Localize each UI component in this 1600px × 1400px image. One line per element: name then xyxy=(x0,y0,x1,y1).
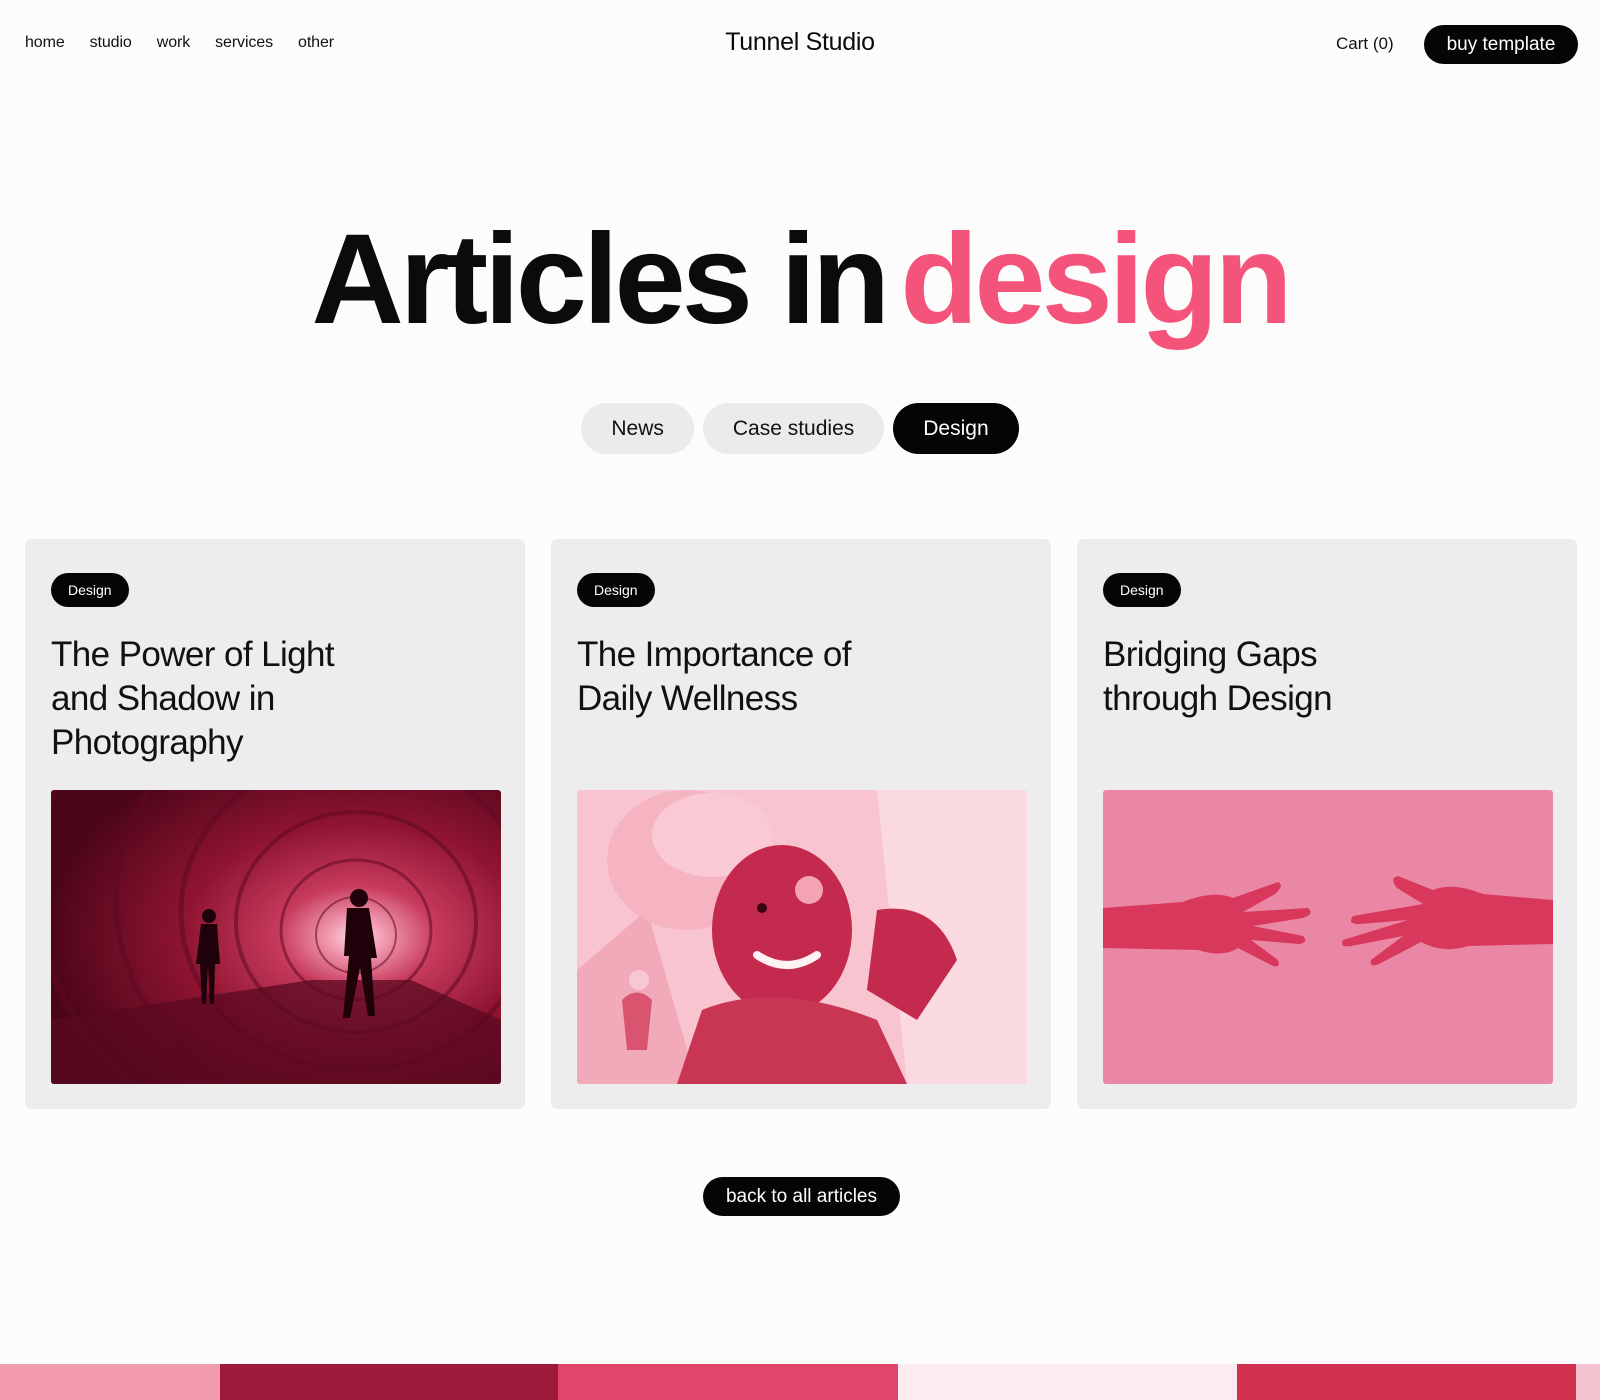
article-title[interactable]: The Power of Light and Shadow in Photogr… xyxy=(51,633,381,765)
strip-image xyxy=(898,1364,1237,1400)
article-tag: Design xyxy=(1103,573,1181,607)
page-title-accent: design xyxy=(900,208,1292,351)
page-title-main: Articles in xyxy=(311,208,890,351)
footer-image-strip xyxy=(0,1364,1600,1400)
reaching-hands-image xyxy=(1103,790,1553,1084)
cart-link[interactable]: Cart (0) xyxy=(1336,34,1394,54)
article-grid: Design The Power of Light and Shadow in … xyxy=(25,539,1577,1109)
category-filters: News Case studies Design xyxy=(0,403,1600,454)
strip-image xyxy=(1576,1364,1600,1400)
article-card[interactable]: Design Bridging Gaps through Design xyxy=(1077,539,1577,1109)
brand-logo[interactable]: Tunnel Studio xyxy=(725,28,875,56)
article-title[interactable]: The Importance of Daily Wellness xyxy=(577,633,907,721)
page-title: Articles in design xyxy=(0,205,1600,355)
filter-news[interactable]: News xyxy=(581,403,694,454)
filter-case-studies[interactable]: Case studies xyxy=(702,403,885,454)
article-tag: Design xyxy=(577,573,655,607)
nav-link-work[interactable]: work xyxy=(157,34,190,52)
strip-image xyxy=(220,1364,558,1400)
tunnel-silhouettes-image xyxy=(51,790,501,1084)
article-title[interactable]: Bridging Gaps through Design xyxy=(1103,633,1433,721)
back-to-all-articles-button[interactable]: back to all articles xyxy=(703,1177,900,1216)
filter-design[interactable]: Design xyxy=(893,403,1019,454)
site-header: home studio work services other Tunnel S… xyxy=(0,0,1600,90)
strip-image xyxy=(558,1364,898,1400)
nav-link-studio[interactable]: studio xyxy=(90,34,132,52)
nav-link-other[interactable]: other xyxy=(298,34,334,52)
nav-link-home[interactable]: home xyxy=(25,34,65,52)
article-tag: Design xyxy=(51,573,129,607)
woman-skincare-image xyxy=(577,790,1027,1084)
strip-image xyxy=(1237,1364,1576,1400)
strip-image xyxy=(0,1364,220,1400)
article-card[interactable]: Design The Power of Light and Shadow in … xyxy=(25,539,525,1109)
article-image-wellness[interactable] xyxy=(577,790,1027,1084)
buy-template-button[interactable]: buy template xyxy=(1424,25,1578,64)
main-nav: home studio work services other xyxy=(25,34,334,52)
article-card[interactable]: Design The Importance of Daily Wellness xyxy=(551,539,1051,1109)
nav-link-services[interactable]: services xyxy=(215,34,273,52)
article-image-hands[interactable] xyxy=(1103,790,1553,1084)
article-image-tunnel[interactable] xyxy=(51,790,501,1084)
